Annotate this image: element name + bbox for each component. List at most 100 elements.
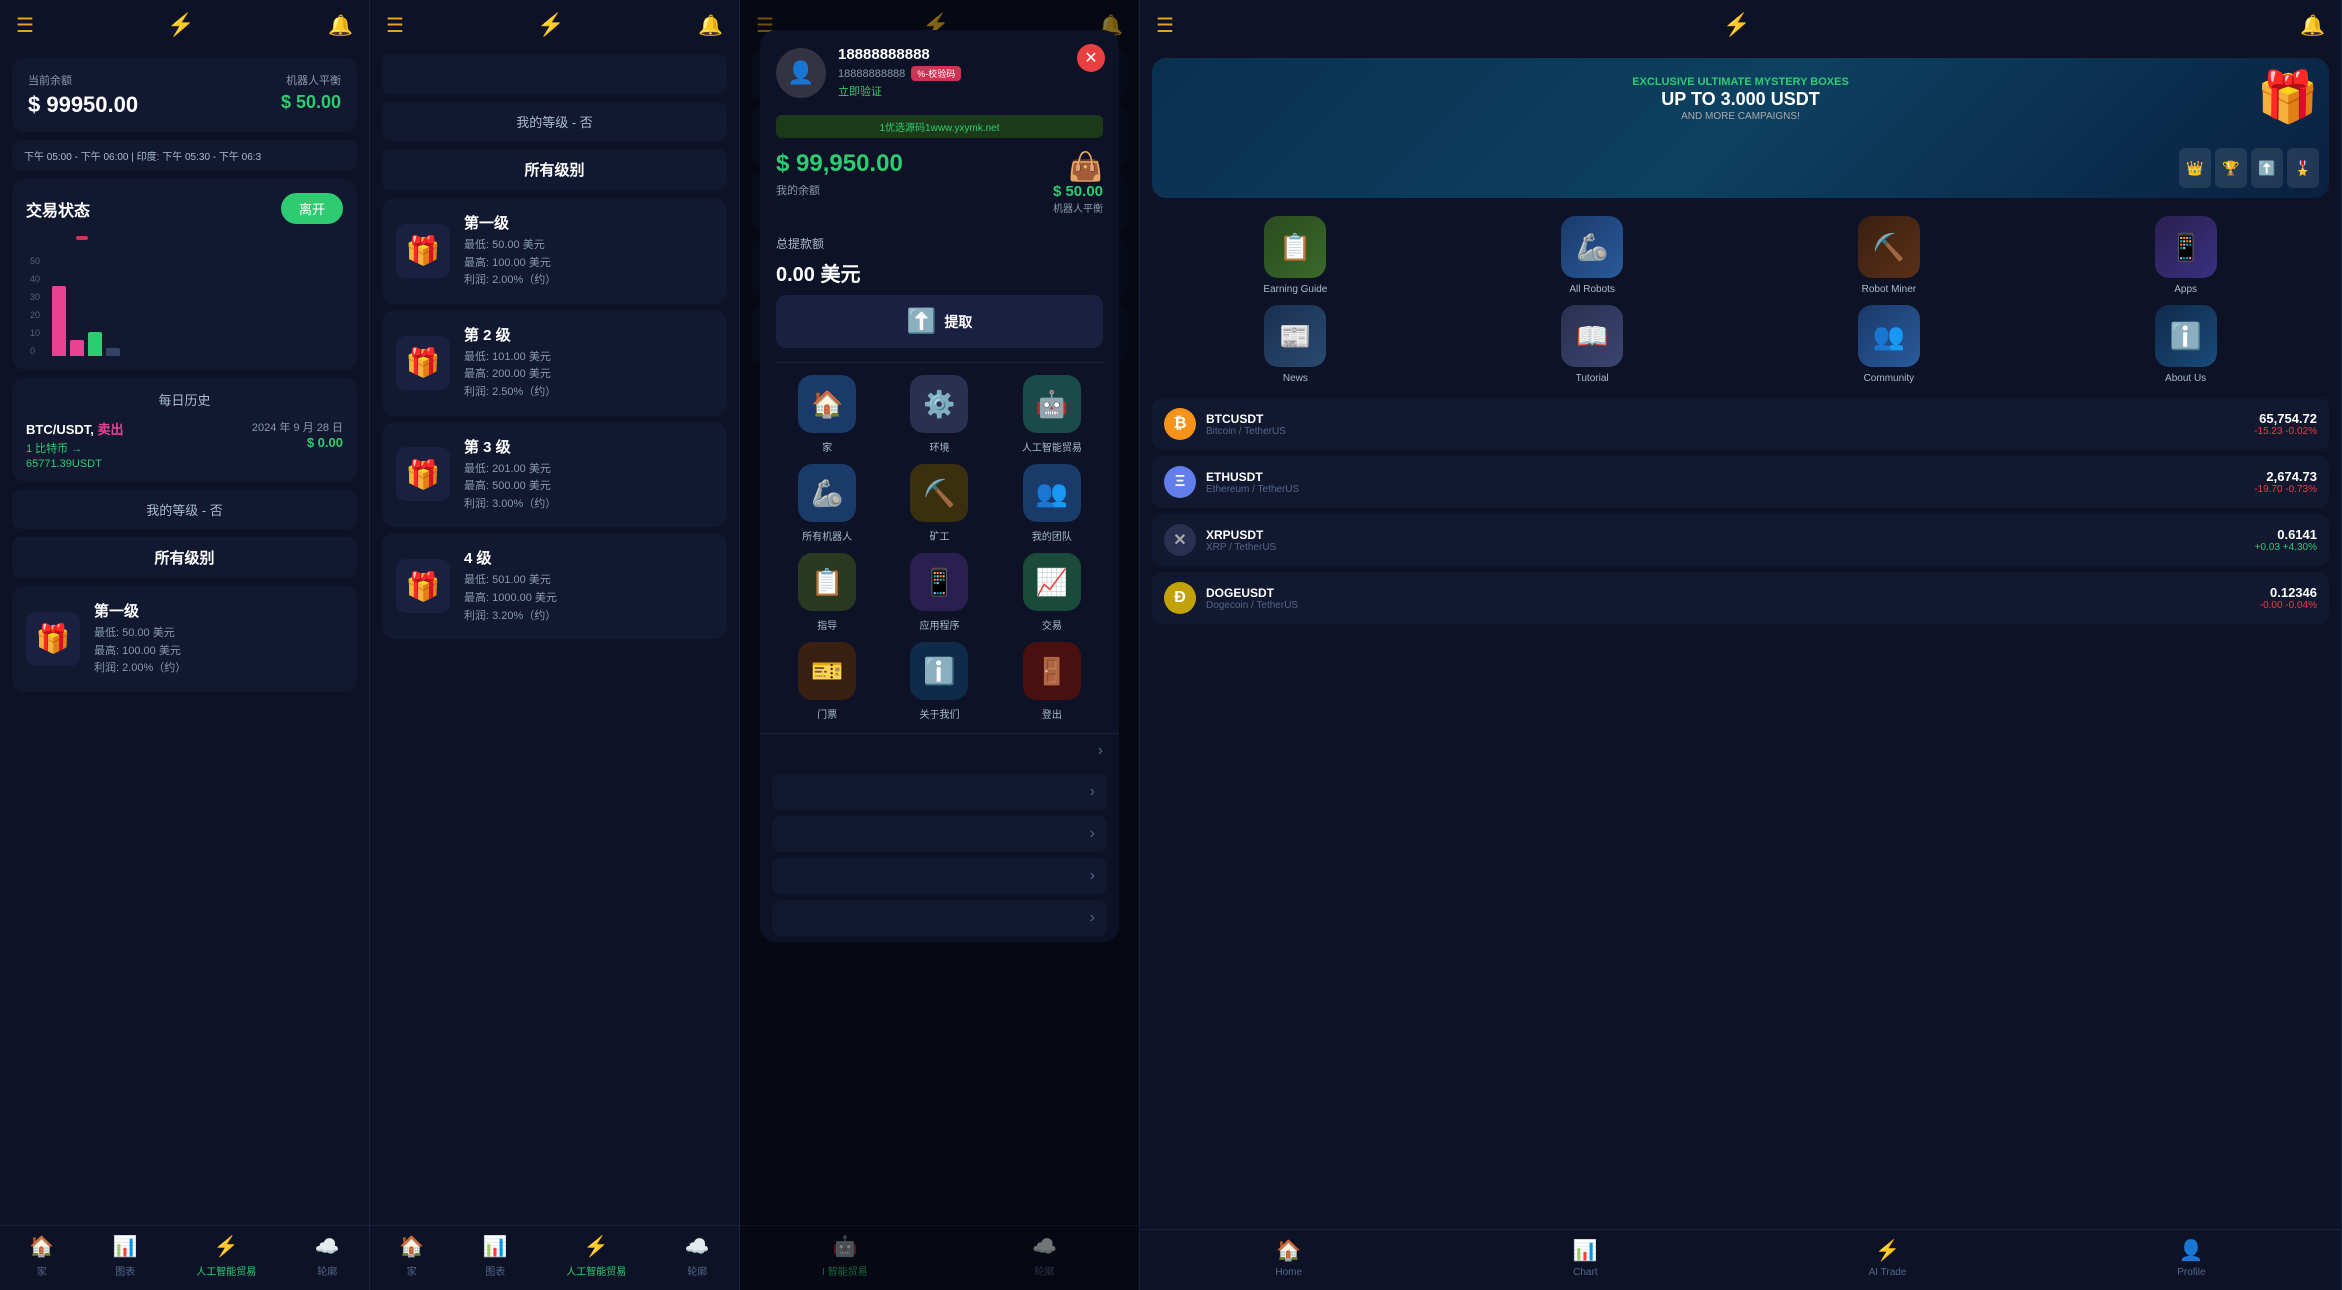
verify-link[interactable]: 立即验证 [838, 83, 961, 99]
modal-grid-item-ai[interactable]: 🤖 人工智能贸易 [1001, 375, 1103, 454]
balance-right: 机器人平衡 $ 50.00 [281, 72, 341, 113]
modal-balance-main: $ 99,950.00 我的余额 [776, 150, 903, 198]
all-robots-icon: 🦾 [1561, 216, 1623, 278]
promo-item-2: 🏆 [2215, 148, 2247, 188]
modal-ticket-label: 门票 [817, 706, 837, 721]
modal-grid-item-apps[interactable]: 📱 应用程序 [888, 553, 990, 632]
modal-grid-item-logout[interactable]: 🚪 登出 [1001, 642, 1103, 721]
p2-content: 我的等级 - 否 所有级别 🎁 第一级 最低: 50.00 美元最高: 100.… [370, 50, 739, 715]
p2-nav-chart[interactable]: 📊 图表 [483, 1234, 508, 1278]
modal-balance-right: 👜 $ 50.00 机器人平衡 [1053, 150, 1103, 215]
balance-left: 当前余额 $ 99950.00 [28, 72, 138, 118]
nav-home-label: 家 [37, 1263, 47, 1278]
bar-1 [52, 286, 66, 356]
earning-guide-label: Earning Guide [1263, 284, 1327, 295]
p4-bell-icon[interactable]: 🔔 [2300, 13, 2325, 38]
nav-ai-trade[interactable]: ⚡ 人工智能贸易 [196, 1234, 256, 1278]
app-item-earning-guide[interactable]: 📋 Earning Guide [1152, 216, 1439, 295]
nav-chart[interactable]: 📊 图表 [113, 1234, 138, 1278]
modal-grid-item-trade[interactable]: 📈 交易 [1001, 553, 1103, 632]
crypto-item-eth[interactable]: Ξ ETHUSDT Ethereum / TetherUS 2,674.73 -… [1152, 456, 2329, 508]
modal-apps-label: 应用程序 [919, 617, 959, 632]
modal-logout-icon: 🚪 [1023, 642, 1081, 700]
app-item-tutorial[interactable]: 📖 Tutorial [1449, 305, 1736, 384]
close-modal-button[interactable]: ✕ [1077, 44, 1105, 72]
modal-balance-label: 我的余额 [776, 182, 903, 198]
about-us-icon: ℹ️ [2155, 305, 2217, 367]
modal-grid-item-home[interactable]: 🏠 家 [776, 375, 878, 454]
p4-nav-home[interactable]: 🏠 Home [1275, 1238, 1302, 1278]
crypto-item-xrp[interactable]: ✕ XRPUSDT XRP / TetherUS 0.6141 +0.03 +4… [1152, 514, 2329, 566]
modal-grid-item-team[interactable]: 👥 我的团队 [1001, 464, 1103, 543]
modal-grid-item-guide[interactable]: 📋 指导 [776, 553, 878, 632]
app-item-all-robots[interactable]: 🦾 All Robots [1449, 216, 1736, 295]
modal-env-icon: ⚙️ [910, 375, 968, 433]
app-item-apps[interactable]: 📱 Apps [2042, 216, 2329, 295]
withdraw-button[interactable]: ⬆️ 提取 [776, 295, 1103, 348]
eth-change: -19.70 -0.73% [2254, 484, 2317, 495]
promo-items: 👑 🏆 ⬆️ 🎖️ [2179, 148, 2319, 188]
p2-hamburger-icon[interactable]: ☰ [386, 13, 404, 38]
modal-guide-label: 指导 [817, 617, 837, 632]
app-item-news[interactable]: 📰 News [1152, 305, 1439, 384]
y-label: 0 [30, 346, 40, 356]
btc-subname: Bitcoin / TetherUS [1206, 426, 1286, 437]
btc-name: BTCUSDT [1206, 412, 1286, 426]
avatar: 👤 [776, 48, 826, 98]
p2-bell-icon[interactable]: 🔔 [698, 13, 723, 38]
promo-text-main: UP TO 3.000 USDT [1170, 88, 2311, 111]
crypto-item-doge[interactable]: Ð DOGEUSDT Dogecoin / TetherUS 0.12346 -… [1152, 572, 2329, 624]
app-item-about-us[interactable]: ℹ️ About Us [2042, 305, 2329, 384]
bell-icon[interactable]: 🔔 [328, 13, 353, 38]
history-left: BTC/USDT, 卖出 1 比特币 → 65771.39USDT [26, 419, 124, 470]
leave-button[interactable]: 离开 [281, 193, 343, 224]
crypto-xrp-left: ✕ XRPUSDT XRP / TetherUS [1164, 524, 1276, 556]
app-item-robot-miner[interactable]: ⛏️ Robot Miner [1746, 216, 2033, 295]
p2-nav-profile[interactable]: ☁️ 轮廓 [685, 1234, 710, 1278]
modal-robot-balance: $ 50.00 [1053, 183, 1103, 200]
p2-bottom-nav: 🏠 家 📊 图表 ⚡ 人工智能贸易 ☁️ 轮廓 [370, 1225, 739, 1290]
balance-amount: $ 99950.00 [28, 92, 138, 118]
p4-hamburger-icon[interactable]: ☰ [1156, 13, 1174, 38]
p2-level-card-3: 🎁 第 3 级 最低: 201.00 美元最高: 500.00 美元利润: 3.… [382, 422, 727, 528]
p2-nav-ai-trade[interactable]: ⚡ 人工智能贸易 [566, 1234, 626, 1278]
p2-nav-home[interactable]: 🏠 家 [399, 1234, 424, 1278]
hamburger-icon[interactable]: ☰ [16, 13, 34, 38]
p4-header-logo: ⚡ [1723, 12, 1750, 38]
p2-level-detail-1: 最低: 50.00 美元最高: 100.00 美元利润: 2.00%（约） [464, 237, 556, 290]
p2-level-info-1: 第一级 最低: 50.00 美元最高: 100.00 美元利润: 2.00%（约… [464, 212, 556, 290]
verify-badge: %-校验码 [911, 66, 961, 81]
p2-level-name-1: 第一级 [464, 212, 556, 233]
modal-balance-row: $ 99,950.00 我的余额 👜 $ 50.00 机器人平衡 [760, 138, 1119, 227]
modal-grid-item-about[interactable]: ℹ️ 关于我们 [888, 642, 990, 721]
crypto-xrp-right: 0.6141 +0.03 +4.30% [2255, 527, 2317, 553]
p4-nav-profile-label: Profile [2177, 1267, 2205, 1278]
modal-grid-item-ticket[interactable]: 🎫 门票 [776, 642, 878, 721]
nav-home[interactable]: 🏠 家 [29, 1234, 54, 1278]
doge-icon: Ð [1164, 582, 1196, 614]
p4-nav-chart[interactable]: 📊 Chart [1573, 1238, 1598, 1278]
modal-ai-label: 人工智能贸易 [1022, 439, 1082, 454]
p4-nav-profile[interactable]: 👤 Profile [2177, 1238, 2205, 1278]
apps-label: Apps [2174, 284, 2197, 295]
level-name: 第一级 [94, 600, 186, 621]
p4-nav-ai-trade[interactable]: ⚡ AI Trade [1869, 1238, 1907, 1278]
nav-profile[interactable]: ☁️ 轮廓 [315, 1234, 340, 1278]
modal-grid-item-robots[interactable]: 🦾 所有机器人 [776, 464, 878, 543]
chart-icon: 📊 [113, 1234, 138, 1259]
crypto-item-btc[interactable]: ₿ BTCUSDT Bitcoin / TetherUS 65,754.72 -… [1152, 398, 2329, 450]
y-label: 50 [30, 256, 40, 266]
modal-grid-item-miner[interactable]: ⛏️ 矿工 [888, 464, 990, 543]
modal-home-label: 家 [822, 439, 832, 454]
about-us-label: About Us [2165, 373, 2206, 384]
bar-3 [88, 332, 102, 356]
modal-about-icon: ℹ️ [910, 642, 968, 700]
daily-history: 每日历史 BTC/USDT, 卖出 1 比特币 → 65771.39USDT 2… [12, 378, 357, 482]
app-item-community[interactable]: 👥 Community [1746, 305, 2033, 384]
crypto-btc-right: 65,754.72 -15.23 -0.02% [2254, 411, 2317, 437]
modal-arrow-row-1: › [760, 733, 1119, 768]
modal-miner-label: 矿工 [929, 528, 949, 543]
username: 18888888888 [838, 46, 961, 63]
p2-level-name-4: 4 级 [464, 547, 557, 568]
modal-grid-item-env[interactable]: ⚙️ 环境 [888, 375, 990, 454]
